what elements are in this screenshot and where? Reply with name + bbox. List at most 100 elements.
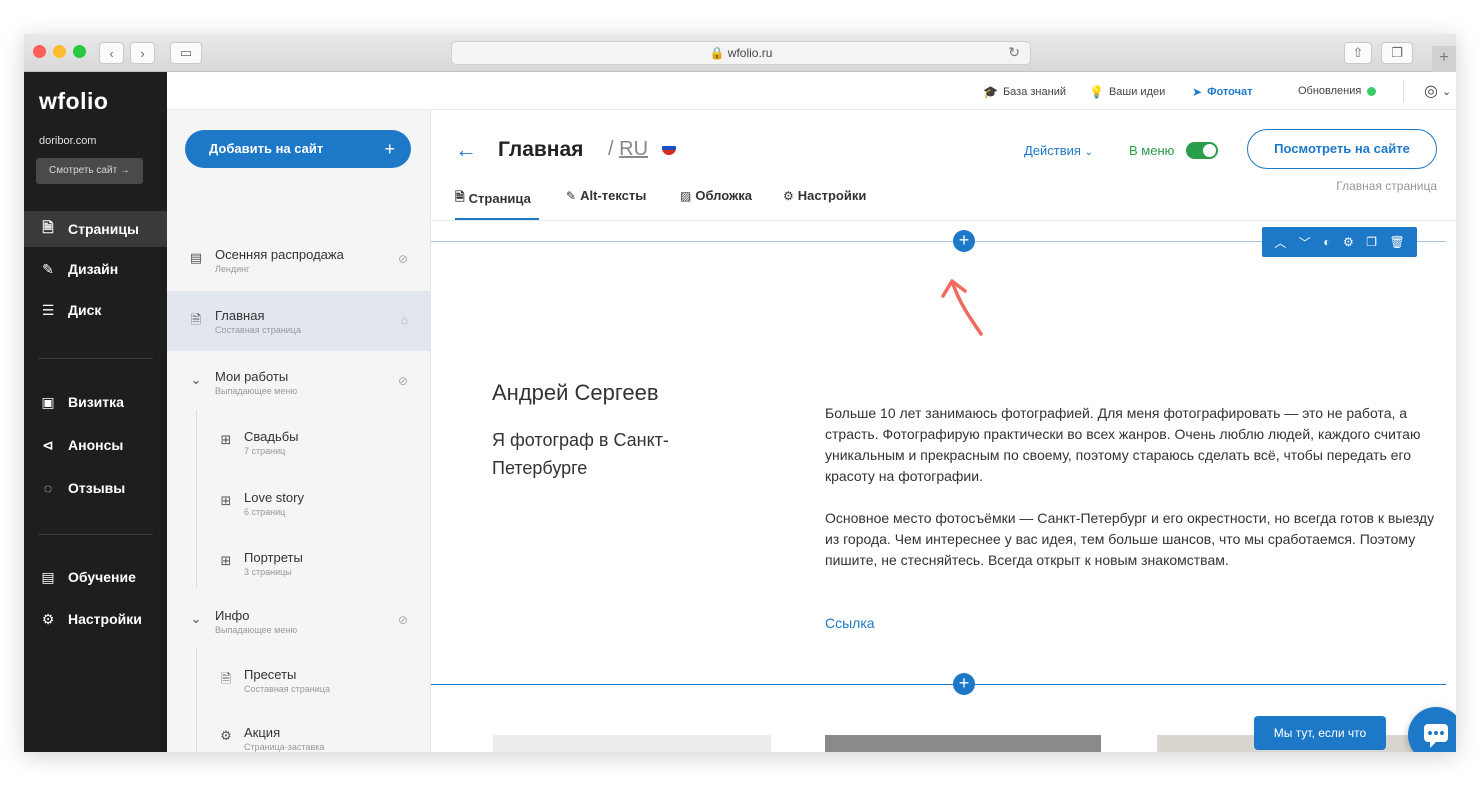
page-item-presets[interactable]: 🗎 Пресеты Составная страница	[167, 650, 430, 710]
page-item-title: Мои работы	[215, 369, 289, 384]
page-item-love-story[interactable]: ⊞ Love story 6 страниц	[167, 473, 430, 533]
trash-icon[interactable]: 🗑	[1389, 235, 1404, 249]
updates-status-dot	[1367, 86, 1377, 96]
minimize-window-button[interactable]	[53, 45, 66, 58]
move-down-icon[interactable]: ﹀	[1299, 234, 1311, 251]
page-item-type: Лендинг	[215, 264, 250, 274]
copy-icon[interactable]: ❐	[1366, 235, 1377, 249]
lock-icon: 🔒	[709, 46, 728, 60]
add-to-site-button[interactable]: Добавить на сайт +	[185, 130, 411, 168]
palette-icon[interactable]: ◐	[1323, 235, 1330, 249]
nav-item-label: Настройки	[68, 611, 142, 627]
page-item-type: 6 страниц	[244, 507, 286, 517]
nav-item-design[interactable]: ✎ Дизайн	[24, 251, 167, 287]
page-item-type: Составная страница	[244, 684, 330, 694]
nav-item-label: Страницы	[68, 221, 139, 237]
tab-label: Обложка	[695, 188, 752, 203]
ideas-link[interactable]: 💡 Ваши идеи	[1089, 85, 1165, 99]
page-item-title: Портреты	[244, 550, 303, 565]
maximize-window-button[interactable]	[73, 45, 86, 58]
add-to-site-label: Добавить на сайт	[209, 141, 324, 156]
page-item-title: Свадьбы	[244, 429, 299, 444]
nav-item-reviews[interactable]: ◌ Отзывы	[24, 470, 167, 506]
tab-cover[interactable]: ▨ Обложка	[680, 188, 752, 203]
plus-icon: +	[384, 139, 395, 159]
chat-button[interactable]	[1408, 707, 1456, 752]
new-tab-button[interactable]: +	[1432, 46, 1456, 72]
nav-item-settings[interactable]: ⚙ Настройки	[24, 601, 167, 637]
updates-link[interactable]: Обновления	[1298, 85, 1377, 97]
chat-prompt[interactable]: Мы тут, если что	[1254, 716, 1386, 750]
page-item-title: Love story	[244, 490, 304, 505]
close-window-button[interactable]	[33, 45, 46, 58]
actions-label: Действия	[1024, 143, 1081, 158]
view-site-button[interactable]: Смотреть сайт →	[36, 158, 143, 184]
move-up-icon[interactable]: ︿	[1274, 234, 1286, 251]
tab-settings[interactable]: ⚙ Настройки	[783, 188, 866, 203]
nav-item-label: Дизайн	[68, 261, 119, 277]
page-icon: 🗎	[455, 190, 465, 204]
language-switch[interactable]: / RU	[608, 138, 648, 161]
nav-item-disk[interactable]: ☰ Диск	[24, 292, 167, 328]
page-item-main[interactable]: 🗎 Главная Составная страница ⌂	[167, 291, 430, 351]
tab-label: Alt-тексты	[580, 188, 647, 203]
account-menu-button[interactable]: ◎ ⌄	[1424, 81, 1451, 101]
brush-icon: ✎	[42, 260, 54, 277]
chevron-down-icon[interactable]: ⌄	[189, 372, 203, 388]
view-on-site-button[interactable]: Посмотреть на сайте	[1247, 129, 1437, 169]
page-item-title: Инфо	[215, 608, 250, 623]
page-item-portraits[interactable]: ⊞ Портреты 3 страницы	[167, 533, 430, 593]
page-item-autumn-sale[interactable]: ▤ Осенняя распродажа Лендинг ⊘	[167, 230, 430, 290]
book-icon: ▤	[41, 568, 55, 585]
page-item-my-works[interactable]: ⌄ Мои работы Выпадающее меню ⊘	[167, 352, 430, 412]
gear-icon[interactable]: ⚙	[1343, 235, 1354, 249]
page-icon: 🗎	[42, 219, 54, 235]
tabs-overview-icon[interactable]: ❐	[1381, 42, 1413, 64]
photochat-link[interactable]: ➤ Фоточат	[1192, 85, 1252, 99]
back-nav-button[interactable]: ‹	[99, 42, 124, 64]
hidden-eye-icon[interactable]: ⊘	[398, 374, 408, 388]
nav-item-label: Визитка	[68, 394, 124, 410]
back-arrow-icon[interactable]: ←	[455, 137, 477, 163]
page-icon: 🗎	[220, 671, 232, 686]
page-item-weddings[interactable]: ⊞ Свадьбы 7 страниц	[167, 412, 430, 472]
knowledge-base-label: База знаний	[1002, 86, 1066, 98]
tab-alt-texts[interactable]: ✎ Alt-тексты	[566, 188, 646, 203]
page-item-title: Главная	[215, 308, 265, 323]
knowledge-base-link[interactable]: 🎓 База знаний	[983, 85, 1066, 99]
add-block-button[interactable]: +	[953, 673, 975, 695]
in-menu-toggle[interactable]	[1186, 142, 1218, 159]
actions-dropdown[interactable]: Действия ⌄	[1024, 143, 1093, 158]
gallery-image[interactable]	[825, 735, 1101, 752]
address-bar[interactable]: 🔒 wfolio.ru ↻	[451, 41, 1031, 65]
page-item-promo[interactable]: ⚙ Акция Страница-заставка	[167, 708, 430, 752]
gallery-image[interactable]	[493, 735, 771, 752]
home-icon: ⌂	[400, 313, 408, 327]
chevron-down-icon[interactable]: ⌄	[189, 611, 203, 627]
grid-icon: ⊞	[220, 432, 232, 447]
share-icon[interactable]: ⇧	[1344, 42, 1372, 64]
address-url: wfolio.ru	[727, 46, 773, 60]
reload-icon[interactable]: ↻	[1008, 44, 1020, 61]
nav-item-learning[interactable]: ▤ Обучение	[24, 559, 167, 595]
nav-divider	[38, 534, 153, 535]
nav-item-pages[interactable]: 🗎 Страницы	[24, 211, 167, 247]
page-item-info[interactable]: ⌄ Инфо Выпадающее меню ⊘	[167, 591, 430, 651]
forward-nav-button[interactable]: ›	[130, 42, 155, 64]
photochat-label: Фоточат	[1207, 86, 1253, 98]
add-block-button[interactable]: +	[953, 230, 975, 252]
author-tagline: Я фотограф в Санкт-Петербурге	[492, 430, 669, 478]
database-icon: ☰	[41, 301, 55, 318]
block-toolbar: ︿ ﹀ ◐ ⚙ ❐ 🗑	[1262, 227, 1417, 257]
nav-item-announcements[interactable]: ⊲ Анонсы	[24, 427, 167, 463]
hidden-eye-icon[interactable]: ⊘	[398, 252, 408, 266]
logo: wfolio	[39, 88, 109, 114]
nav-item-card[interactable]: ▣ Визитка	[24, 384, 167, 420]
content-link[interactable]: Ссылка	[825, 615, 875, 631]
gear-icon: ⚙	[41, 610, 55, 627]
lang-separator: /	[608, 138, 614, 160]
tab-page[interactable]: 🗎 Страница	[455, 188, 531, 209]
nav-item-label: Диск	[68, 302, 102, 318]
sidebar-toggle-icon[interactable]: ▭	[170, 42, 202, 64]
hidden-eye-icon[interactable]: ⊘	[398, 613, 408, 627]
